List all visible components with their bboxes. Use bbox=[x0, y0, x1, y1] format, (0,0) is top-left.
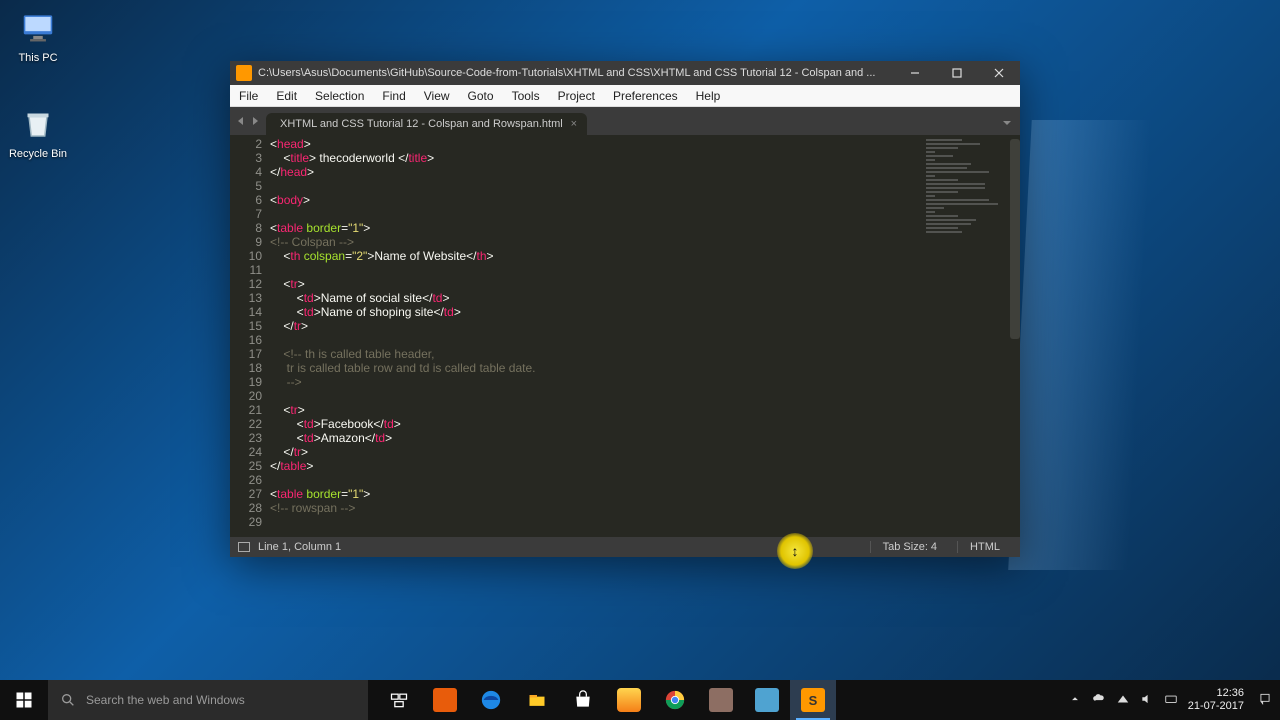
window-title: C:\Users\Asus\Documents\GitHub\Source-Co… bbox=[258, 67, 894, 79]
tab-close-icon[interactable]: × bbox=[571, 118, 577, 130]
taskbar-sublime[interactable]: S bbox=[790, 680, 836, 720]
taskbar-app-3[interactable] bbox=[698, 680, 744, 720]
tray-volume-icon[interactable] bbox=[1140, 692, 1154, 709]
cursor-position[interactable]: Line 1, Column 1 bbox=[258, 541, 341, 553]
taskbar: Search the web and Windows S 12:36 21-07… bbox=[0, 680, 1280, 720]
menu-goto[interactable]: Goto bbox=[459, 85, 503, 107]
tab-bar: XHTML and CSS Tutorial 12 - Colspan and … bbox=[230, 107, 1020, 135]
task-view-button[interactable] bbox=[376, 680, 422, 720]
desktop-icon-label: This PC bbox=[0, 52, 76, 64]
taskbar-edge[interactable] bbox=[468, 680, 514, 720]
search-placeholder: Search the web and Windows bbox=[86, 693, 245, 707]
tab-dropdown-icon[interactable] bbox=[1002, 115, 1012, 133]
taskbar-app-4[interactable] bbox=[744, 680, 790, 720]
code-editor[interactable]: 2345678910111213141516171819202122232425… bbox=[230, 135, 1020, 537]
syntax-language[interactable]: HTML bbox=[957, 541, 1012, 553]
recycle-bin-icon bbox=[18, 104, 58, 144]
taskbar-apps: S bbox=[376, 680, 836, 720]
desktop-light bbox=[1008, 120, 1152, 570]
panel-icon[interactable] bbox=[238, 542, 250, 552]
menu-file[interactable]: File bbox=[230, 85, 267, 107]
taskbar-chrome[interactable] bbox=[652, 680, 698, 720]
desktop-icon-this-pc[interactable]: This PC bbox=[0, 8, 76, 64]
tray-time: 12:36 bbox=[1188, 687, 1244, 700]
taskbar-search[interactable]: Search the web and Windows bbox=[48, 680, 368, 720]
taskbar-app-2[interactable] bbox=[606, 680, 652, 720]
menu-bar: FileEditSelectionFindViewGotoToolsProjec… bbox=[230, 85, 1020, 107]
tab-label: XHTML and CSS Tutorial 12 - Colspan and … bbox=[280, 118, 563, 130]
close-button[interactable] bbox=[978, 61, 1020, 85]
maximize-button[interactable] bbox=[936, 61, 978, 85]
nav-back-icon[interactable] bbox=[236, 113, 246, 131]
menu-project[interactable]: Project bbox=[549, 85, 604, 107]
tray-clock[interactable]: 12:36 21-07-2017 bbox=[1188, 687, 1248, 713]
editor-window: C:\Users\Asus\Documents\GitHub\Source-Co… bbox=[230, 61, 1020, 557]
search-icon bbox=[60, 692, 76, 708]
desktop-icon-label: Recycle Bin bbox=[0, 148, 76, 160]
title-bar[interactable]: C:\Users\Asus\Documents\GitHub\Source-Co… bbox=[230, 61, 1020, 85]
menu-selection[interactable]: Selection bbox=[306, 85, 373, 107]
desktop-icon-recycle-bin[interactable]: Recycle Bin bbox=[0, 104, 76, 160]
code-content[interactable]: <head> <title> thecoderworld </title></h… bbox=[270, 135, 1020, 537]
taskbar-explorer[interactable] bbox=[514, 680, 560, 720]
menu-edit[interactable]: Edit bbox=[267, 85, 306, 107]
minimize-button[interactable] bbox=[894, 61, 936, 85]
tab-size[interactable]: Tab Size: 4 bbox=[870, 541, 949, 553]
vertical-scrollbar[interactable] bbox=[1008, 135, 1020, 537]
tray-chevron-icon[interactable] bbox=[1068, 692, 1082, 709]
tray-onedrive-icon[interactable] bbox=[1092, 692, 1106, 709]
taskbar-store[interactable] bbox=[560, 680, 606, 720]
tray-notifications-icon[interactable] bbox=[1258, 692, 1272, 709]
app-icon bbox=[236, 65, 252, 81]
tab-active[interactable]: XHTML and CSS Tutorial 12 - Colspan and … bbox=[266, 113, 587, 135]
taskbar-app-1[interactable] bbox=[422, 680, 468, 720]
start-button[interactable] bbox=[0, 680, 48, 720]
tray-keyboard-icon[interactable] bbox=[1164, 692, 1178, 709]
tray-network-icon[interactable] bbox=[1116, 692, 1130, 709]
this-pc-icon bbox=[18, 8, 58, 48]
nav-forward-icon[interactable] bbox=[250, 113, 260, 131]
menu-preferences[interactable]: Preferences bbox=[604, 85, 687, 107]
menu-help[interactable]: Help bbox=[687, 85, 730, 107]
line-gutter: 2345678910111213141516171819202122232425… bbox=[230, 135, 270, 537]
system-tray: 12:36 21-07-2017 bbox=[1060, 687, 1280, 713]
tray-date: 21-07-2017 bbox=[1188, 700, 1244, 713]
menu-tools[interactable]: Tools bbox=[503, 85, 549, 107]
minimap[interactable] bbox=[926, 139, 1016, 229]
scrollbar-thumb[interactable] bbox=[1010, 139, 1020, 339]
menu-view[interactable]: View bbox=[415, 85, 459, 107]
menu-find[interactable]: Find bbox=[373, 85, 414, 107]
status-bar: Line 1, Column 1 Tab Size: 4 HTML bbox=[230, 537, 1020, 557]
